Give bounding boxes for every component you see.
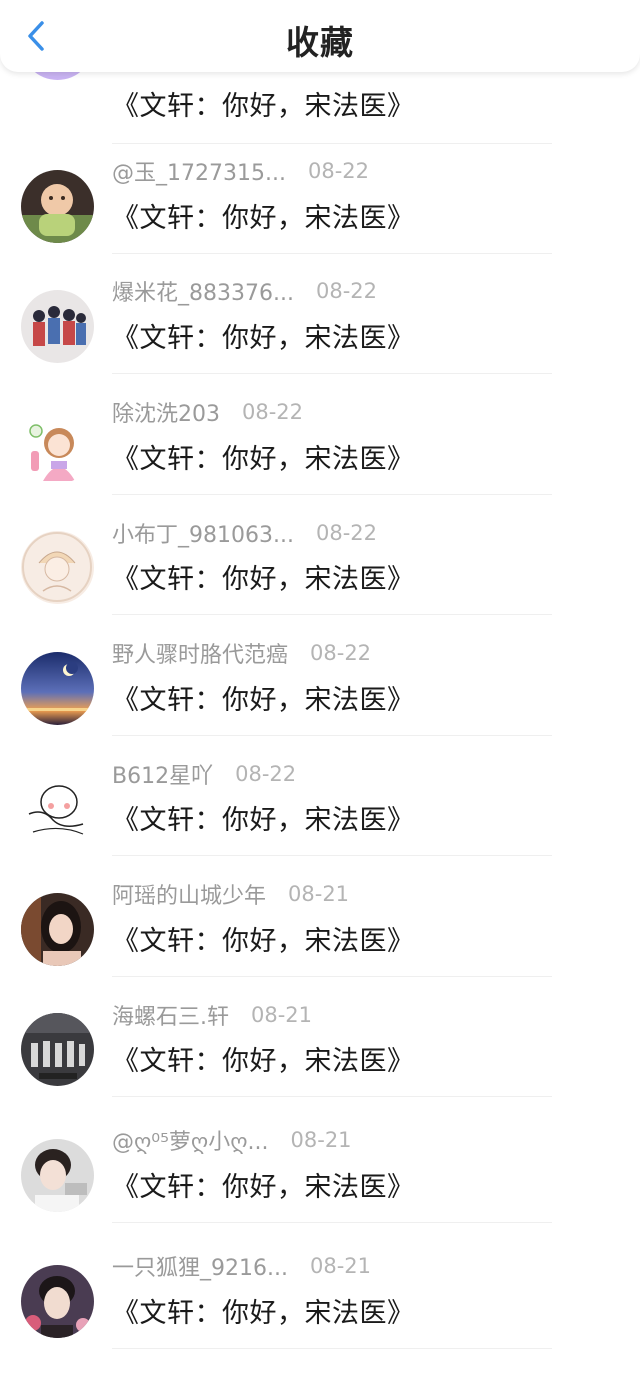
item-content[interactable]: 《文轩：你好，宋法医》 bbox=[112, 84, 415, 128]
avatar[interactable] bbox=[21, 1013, 94, 1086]
user-name[interactable]: 除沈洗203 bbox=[112, 396, 220, 428]
item-date: 08-22 bbox=[242, 400, 304, 424]
user-name[interactable]: 一只狐狸_9216... bbox=[112, 1250, 288, 1282]
item-date: 08-22 bbox=[307, 159, 369, 183]
divider bbox=[112, 373, 552, 374]
item-date: 08-22 bbox=[315, 279, 377, 303]
user-name[interactable]: 小布丁_981063... bbox=[112, 517, 294, 549]
item-date: 08-22 bbox=[315, 521, 377, 545]
item-content[interactable]: 《文轩：你好，宋法医》 bbox=[112, 919, 415, 963]
divider bbox=[112, 143, 552, 144]
item-meta: 海螺石三.轩 08-21 bbox=[112, 1000, 312, 1030]
header-bar: 收藏 bbox=[0, 0, 640, 72]
item-content[interactable]: 《文轩：你好，宋法医》 bbox=[112, 316, 415, 360]
item-content[interactable]: 《文轩：你好，宋法医》 bbox=[112, 1165, 415, 1209]
item-date: 08-21 bbox=[251, 1003, 313, 1027]
item-meta: 除沈洗203 08-22 bbox=[112, 397, 303, 427]
item-content[interactable]: 《文轩：你好，宋法医》 bbox=[112, 678, 415, 722]
item-content[interactable]: 《文轩：你好，宋法医》 bbox=[112, 1039, 415, 1083]
user-name[interactable]: 阿瑶的山城少年 bbox=[112, 878, 266, 910]
item-meta: @玉_1727315... 08-22 bbox=[112, 156, 369, 186]
avatar[interactable] bbox=[21, 652, 94, 725]
list-item[interactable]: @ღ⁰⁵萝ღ小ღ... 08-21 《文轩：你好，宋法医》 bbox=[0, 1127, 640, 1247]
divider bbox=[112, 976, 552, 977]
item-meta: @ღ⁰⁵萝ღ小ღ... 08-21 bbox=[112, 1125, 352, 1155]
avatar[interactable] bbox=[21, 531, 94, 604]
list-item[interactable]: 海螺石三.轩 08-21 《文轩：你好，宋法医》 bbox=[0, 1001, 640, 1121]
list-item[interactable]: 除沈洗203 08-22 《文轩：你好，宋法医》 bbox=[0, 399, 640, 519]
avatar[interactable] bbox=[21, 411, 94, 484]
divider bbox=[112, 855, 552, 856]
item-content[interactable]: 《文轩：你好，宋法医》 bbox=[112, 437, 415, 481]
divider bbox=[112, 614, 552, 615]
user-name[interactable]: @玉_1727315... bbox=[112, 155, 286, 187]
list-item[interactable]: 一只狐狸_9216... 08-21 《文轩：你好，宋法医》 bbox=[0, 1253, 640, 1373]
item-date: 08-22 bbox=[310, 641, 372, 665]
list-item[interactable]: 阿瑶的山城少年 08-21 《文轩：你好，宋法医》 bbox=[0, 881, 640, 1001]
item-meta: B612星吖 08-22 bbox=[112, 759, 296, 789]
avatar[interactable] bbox=[21, 1139, 94, 1212]
item-meta: 一只狐狸_9216... 08-21 bbox=[112, 1251, 371, 1281]
user-name[interactable]: B612星吖 bbox=[112, 758, 213, 790]
list-item[interactable]: 爆米花_883376... 08-22 《文轩：你好，宋法医》 bbox=[0, 278, 640, 398]
list-item[interactable]: B612星吖 08-22 《文轩：你好，宋法医》 bbox=[0, 760, 640, 880]
item-content[interactable]: 《文轩：你好，宋法医》 bbox=[112, 1291, 415, 1335]
user-name[interactable]: 野人骤时胳代范癌 bbox=[112, 637, 288, 669]
item-meta: 爆米花_883376... 08-22 bbox=[112, 276, 377, 306]
user-name[interactable]: 爆米花_883376... bbox=[112, 275, 294, 307]
item-date: 08-21 bbox=[309, 1254, 371, 1278]
item-meta: 小布丁_981063... 08-22 bbox=[112, 518, 377, 548]
list-item[interactable]: @玉_1727315... 08-22 《文轩：你好，宋法医》 bbox=[0, 158, 640, 278]
avatar[interactable] bbox=[21, 290, 94, 363]
avatar[interactable] bbox=[21, 772, 94, 845]
user-name[interactable]: @ღ⁰⁵萝ღ小ღ... bbox=[112, 1124, 269, 1156]
divider bbox=[112, 1348, 552, 1349]
item-content[interactable]: 《文轩：你好，宋法医》 bbox=[112, 557, 415, 601]
item-meta: 阿瑶的山城少年 08-21 bbox=[112, 879, 349, 909]
user-name[interactable]: 海螺石三.轩 bbox=[112, 999, 229, 1031]
divider bbox=[112, 735, 552, 736]
avatar[interactable] bbox=[21, 893, 94, 966]
item-date: 08-21 bbox=[288, 882, 350, 906]
divider bbox=[112, 1096, 552, 1097]
list-item[interactable]: 小布丁_981063... 08-22 《文轩：你好，宋法医》 bbox=[0, 519, 640, 639]
item-date: 08-21 bbox=[290, 1128, 352, 1152]
divider bbox=[112, 1222, 552, 1223]
avatar[interactable] bbox=[21, 1265, 94, 1338]
item-date: 08-22 bbox=[235, 762, 297, 786]
avatar[interactable] bbox=[21, 170, 94, 243]
item-content[interactable]: 《文轩：你好，宋法医》 bbox=[112, 798, 415, 842]
divider bbox=[112, 253, 552, 254]
item-meta: 野人骤时胳代范癌 08-22 bbox=[112, 638, 371, 668]
divider bbox=[112, 494, 552, 495]
page-title: 收藏 bbox=[286, 23, 354, 62]
list-item[interactable]: 野人骤时胳代范癌 08-22 《文轩：你好，宋法医》 bbox=[0, 640, 640, 760]
item-content[interactable]: 《文轩：你好，宋法医》 bbox=[112, 196, 415, 240]
